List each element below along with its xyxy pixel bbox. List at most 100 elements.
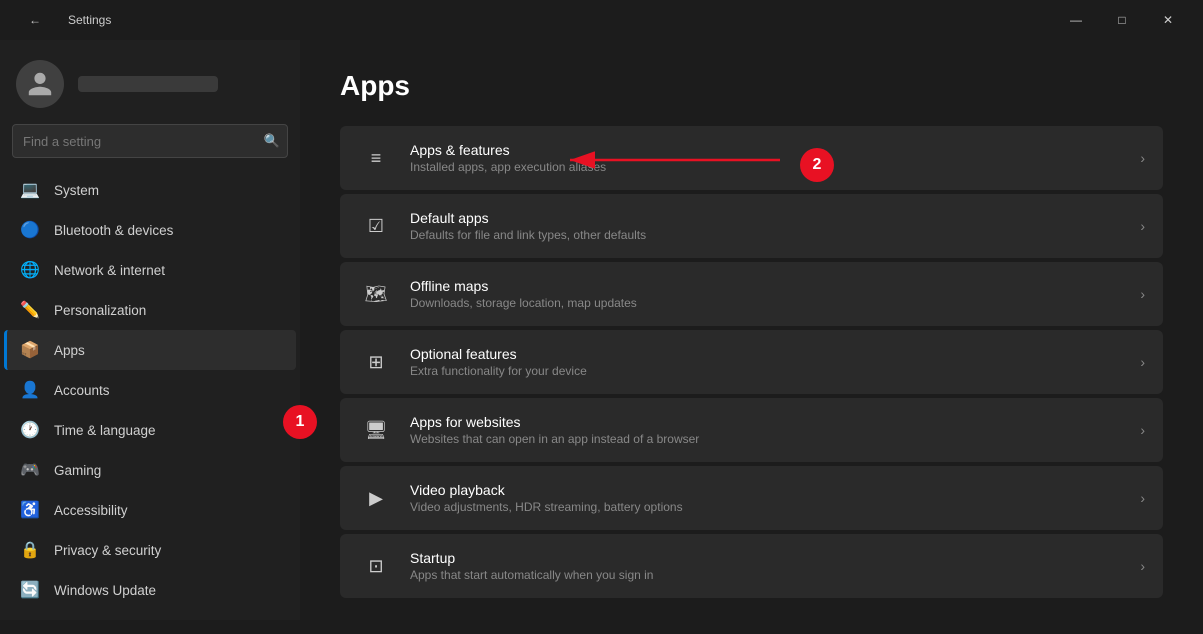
content-wrapper: Apps ≡ Apps & features Installed apps, app…: [300, 40, 1203, 634]
sidebar-item-network[interactable]: 🌐 Network & internet: [4, 250, 296, 290]
gaming-icon: 🎮: [20, 460, 40, 480]
title-bar: ← Settings — □ ✕: [0, 0, 1203, 40]
annotation-2: 2: [800, 148, 834, 182]
sidebar-item-apps[interactable]: 📦 Apps: [4, 330, 296, 370]
close-button[interactable]: ✕: [1145, 4, 1191, 36]
sidebar: 🔍 💻 System 🔵 Bluetooth & devices 🌐 Network & …: [0, 40, 300, 620]
offline-maps-chevron: ›: [1140, 286, 1145, 302]
sidebar-item-accessibility[interactable]: ♿ Accessibility: [4, 490, 296, 530]
optional-features-title: Optional features: [410, 346, 1130, 362]
sidebar-item-privacy[interactable]: 🔒 Privacy & security: [4, 530, 296, 570]
sidebar-item-gaming[interactable]: 🎮 Gaming: [4, 450, 296, 490]
apps-websites-icon: 🖥: [358, 412, 394, 448]
back-button[interactable]: ←: [12, 4, 58, 36]
apps-websites-text: Apps for websites Websites that can open …: [410, 414, 1130, 446]
bluetooth-icon: 🔵: [20, 220, 40, 240]
sidebar-item-accounts[interactable]: 👤 Accounts: [4, 370, 296, 410]
startup-icon: ⊡: [358, 548, 394, 584]
user-icon: [26, 70, 54, 98]
search-input[interactable]: [12, 124, 288, 158]
apps-features-icon: ≡: [358, 140, 394, 176]
sidebar-item-label-time: Time & language: [54, 423, 156, 438]
maximize-button[interactable]: □: [1099, 4, 1145, 36]
sidebar-item-label-accounts: Accounts: [54, 383, 110, 398]
settings-item-apps-features[interactable]: ≡ Apps & features Installed apps, app exec…: [340, 126, 1163, 190]
personalization-icon: ✏️: [20, 300, 40, 320]
video-playback-desc: Video adjustments, HDR streaming, batter…: [410, 500, 1130, 514]
apps-icon: 📦: [20, 340, 40, 360]
annotation-1: 1: [283, 405, 317, 439]
offline-maps-icon: 🗺: [358, 276, 394, 312]
sidebar-item-system[interactable]: 💻 System: [4, 170, 296, 210]
settings-item-default-apps[interactable]: ☑ Default apps Defaults for file and link …: [340, 194, 1163, 258]
user-section[interactable]: [0, 50, 300, 124]
optional-features-chevron: ›: [1140, 354, 1145, 370]
apps-websites-title: Apps for websites: [410, 414, 1130, 430]
settings-item-offline-maps[interactable]: 🗺 Offline maps Downloads, storage location…: [340, 262, 1163, 326]
optional-features-desc: Extra functionality for your device: [410, 364, 1130, 378]
startup-text: Startup Apps that start automatically whe…: [410, 550, 1130, 582]
offline-maps-text: Offline maps Downloads, storage location,…: [410, 278, 1130, 310]
title-bar-left: ← Settings: [12, 4, 1053, 36]
app-container: 🔍 💻 System 🔵 Bluetooth & devices 🌐 Network & …: [0, 40, 1203, 634]
user-name-placeholder: [78, 76, 218, 92]
sidebar-item-label-update: Windows Update: [54, 583, 156, 598]
startup-desc: Apps that start automatically when you s…: [410, 568, 1130, 582]
nav-list: 💻 System 🔵 Bluetooth & devices 🌐 Network & in…: [0, 170, 300, 610]
apps-features-title: Apps & features: [410, 142, 1130, 158]
default-apps-chevron: ›: [1140, 218, 1145, 234]
offline-maps-title: Offline maps: [410, 278, 1130, 294]
apps-features-text: Apps & features Installed apps, app execu…: [410, 142, 1130, 174]
apps-features-desc: Installed apps, app execution aliases: [410, 160, 1130, 174]
settings-list: ≡ Apps & features Installed apps, app exec…: [340, 126, 1163, 598]
sidebar-item-bluetooth[interactable]: 🔵 Bluetooth & devices: [4, 210, 296, 250]
default-apps-desc: Defaults for file and link types, other …: [410, 228, 1130, 242]
settings-item-video-playback[interactable]: ▶ Video playback Video adjustments, HDR st…: [340, 466, 1163, 530]
minimize-button[interactable]: —: [1053, 4, 1099, 36]
startup-title: Startup: [410, 550, 1130, 566]
sidebar-item-label-personalization: Personalization: [54, 303, 146, 318]
sidebar-item-label-privacy: Privacy & security: [54, 543, 161, 558]
apps-websites-desc: Websites that can open in an app instead…: [410, 432, 1130, 446]
search-icon: 🔍: [264, 133, 280, 149]
accounts-icon: 👤: [20, 380, 40, 400]
optional-features-icon: ⊞: [358, 344, 394, 380]
privacy-icon: 🔒: [20, 540, 40, 560]
default-apps-title: Default apps: [410, 210, 1130, 226]
settings-item-apps-websites[interactable]: 🖥 Apps for websites Websites that can open…: [340, 398, 1163, 462]
sidebar-item-label-bluetooth: Bluetooth & devices: [54, 223, 173, 238]
settings-item-optional-features[interactable]: ⊞ Optional features Extra functionality fo…: [340, 330, 1163, 394]
accessibility-icon: ♿: [20, 500, 40, 520]
video-playback-text: Video playback Video adjustments, HDR str…: [410, 482, 1130, 514]
sidebar-item-label-system: System: [54, 183, 99, 198]
avatar: [16, 60, 64, 108]
apps-websites-chevron: ›: [1140, 422, 1145, 438]
optional-features-text: Optional features Extra functionality for…: [410, 346, 1130, 378]
sidebar-wrapper: 🔍 💻 System 🔵 Bluetooth & devices 🌐 Network & …: [0, 40, 300, 634]
page-title: Apps: [340, 70, 1163, 102]
video-playback-title: Video playback: [410, 482, 1130, 498]
sidebar-item-label-network: Network & internet: [54, 263, 165, 278]
default-apps-icon: ☑: [358, 208, 394, 244]
time-icon: 🕐: [20, 420, 40, 440]
sidebar-item-label-apps: Apps: [54, 343, 85, 358]
settings-item-startup[interactable]: ⊡ Startup Apps that start automatically wh…: [340, 534, 1163, 598]
offline-maps-desc: Downloads, storage location, map updates: [410, 296, 1130, 310]
network-icon: 🌐: [20, 260, 40, 280]
search-box: 🔍: [12, 124, 288, 158]
sidebar-item-personalization[interactable]: ✏️ Personalization: [4, 290, 296, 330]
update-icon: 🔄: [20, 580, 40, 600]
video-playback-icon: ▶: [358, 480, 394, 516]
default-apps-text: Default apps Defaults for file and link t…: [410, 210, 1130, 242]
sidebar-item-label-gaming: Gaming: [54, 463, 101, 478]
title-bar-title: Settings: [68, 13, 111, 27]
sidebar-item-label-accessibility: Accessibility: [54, 503, 128, 518]
sidebar-item-update[interactable]: 🔄 Windows Update: [4, 570, 296, 610]
apps-features-chevron: ›: [1140, 150, 1145, 166]
video-playback-chevron: ›: [1140, 490, 1145, 506]
system-icon: 💻: [20, 180, 40, 200]
content-area: Apps ≡ Apps & features Installed apps, app…: [300, 40, 1203, 632]
sidebar-item-time[interactable]: 🕐 Time & language: [4, 410, 296, 450]
title-bar-controls: — □ ✕: [1053, 4, 1191, 36]
startup-chevron: ›: [1140, 558, 1145, 574]
